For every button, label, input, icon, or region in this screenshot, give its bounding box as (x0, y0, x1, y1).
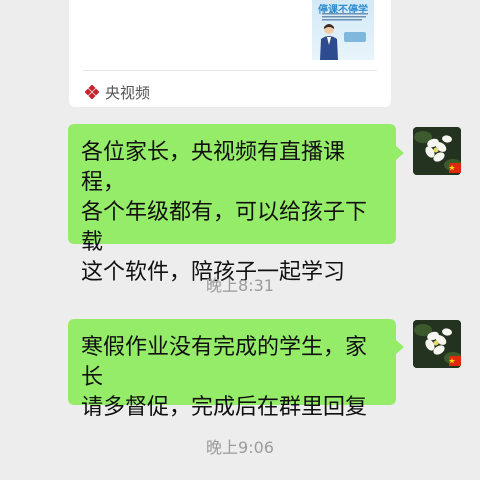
avatar[interactable] (413, 320, 461, 368)
jasmine-flower-avatar-image (413, 127, 461, 175)
timestamp: 晚上9:06 (206, 438, 274, 457)
timestamp: 晚上8:31 (206, 276, 274, 295)
bubble-tail (396, 146, 404, 160)
message-bubble[interactable]: 各位家长，央视频有直播课程， 各个年级都有，可以给孩子下载 这个软件，陪孩子一起… (68, 124, 396, 285)
jasmine-flower-avatar-image (413, 320, 461, 368)
card-divider (83, 70, 377, 71)
cctv-video-icon (85, 85, 99, 99)
card-source: 央视频 (85, 82, 150, 102)
bubble-tail (396, 340, 404, 354)
avatar[interactable] (413, 127, 461, 175)
card-thumbnail: 停课不停学 (312, 0, 374, 60)
shared-link-card[interactable]: 停课不停学 央视频 (69, 0, 391, 107)
message-line: 寒假作业没有完成的学生，家长 (81, 335, 368, 390)
message-line: 各个年级都有，可以给孩子下载 (81, 200, 368, 255)
card-source-label: 央视频 (105, 83, 151, 102)
teacher-figure-illustration (320, 24, 338, 60)
thumbnail-text-lines (322, 13, 368, 21)
message-bubble[interactable]: 寒假作业没有完成的学生，家长 请多督促，完成后在群里回复 (68, 319, 396, 420)
message-line: 请多督促，完成后在群里回复 (81, 395, 368, 420)
message-line: 各位家长，央视频有直播课程， (81, 140, 346, 195)
thumbnail-badge (344, 32, 366, 42)
